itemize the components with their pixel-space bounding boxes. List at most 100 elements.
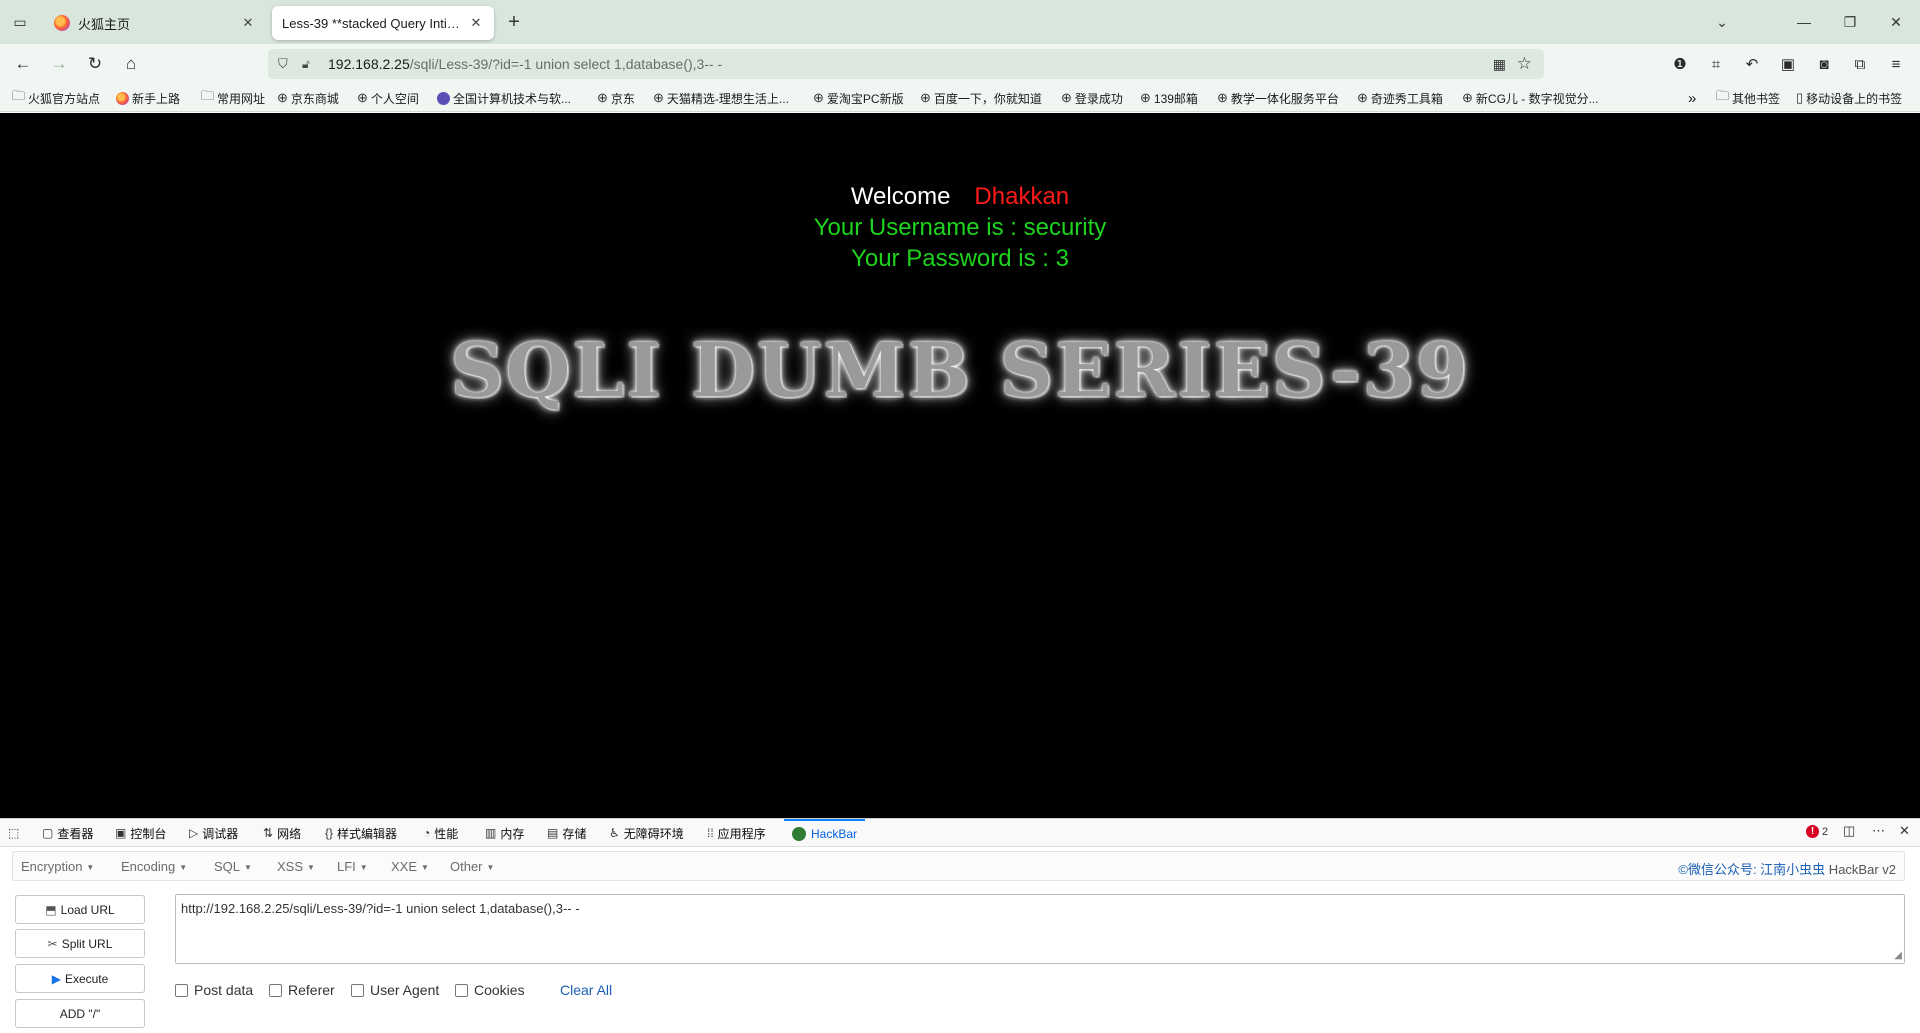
tab-label: 存储 — [562, 826, 587, 841]
extension-2-icon[interactable]: ◙ — [1812, 52, 1836, 76]
bookmark-item[interactable]: 🗀︎ 火狐官方站点 — [12, 88, 100, 107]
credit-link[interactable]: 江南小虫虫 — [1760, 862, 1825, 877]
menu-lfi[interactable]: LFI ▼ — [337, 859, 368, 874]
mobile-bookmarks[interactable]: ▯ 移动设备上的书签 — [1796, 89, 1902, 107]
menu-xxe[interactable]: XXE ▼ — [391, 859, 429, 874]
bookmark-item[interactable]: 🗀︎ 常用网址 — [201, 88, 265, 107]
site-icon — [437, 91, 450, 105]
menu-icon[interactable]: ≡ — [1884, 52, 1908, 76]
more-options-icon[interactable]: ⋯ — [1872, 823, 1885, 839]
tab-label: 性能 — [434, 826, 459, 841]
clear-all-link[interactable]: Clear All — [560, 982, 612, 998]
checkbox-box[interactable] — [455, 983, 468, 997]
star-icon[interactable]: ☆ — [1517, 54, 1532, 74]
restore-button[interactable]: ❐ — [1836, 8, 1864, 36]
tab-application[interactable]: ⁞⁞ 应用程序 — [707, 819, 766, 847]
bookmark-item[interactable]: ⊕ 天猫精选-理想生活上... — [653, 89, 789, 107]
menu-encoding[interactable]: Encoding ▼ — [121, 859, 187, 874]
reload-button[interactable]: ↻ — [82, 51, 108, 77]
tab-accessibility[interactable]: ♿︎ 无障碍环境 — [609, 819, 684, 847]
execute-button[interactable]: ▶︎ Execute — [15, 964, 145, 993]
bookmark-item[interactable]: ⊕ 京东商城 — [277, 89, 339, 107]
menu-xss[interactable]: XSS ▼ — [277, 859, 315, 874]
extensions-puzzle-icon[interactable]: ⧉ — [1848, 52, 1872, 76]
tab-network[interactable]: ⇅ 网络 — [263, 819, 301, 847]
bookmark-item[interactable]: ⊕ 奇迹秀工具箱 — [1357, 89, 1443, 107]
extension-1-icon[interactable]: ❶ — [1668, 52, 1692, 76]
checkbox-box[interactable] — [351, 983, 364, 997]
resize-handle-icon[interactable]: ◢ — [1894, 950, 1902, 961]
url-bar[interactable]: ⛉ 🔓︎ 192.168.2.25/sqli/Less-39/?id=-1 un… — [268, 49, 1544, 79]
error-icon: ! — [1806, 825, 1819, 838]
add-slash-button[interactable]: ADD "/" — [15, 999, 145, 1028]
menu-label: SQL — [214, 859, 241, 874]
extension-avatar-icon[interactable]: ▣ — [1776, 52, 1800, 76]
bookmark-item[interactable]: ⊕ 新CG儿 - 数字视觉分... — [1462, 89, 1599, 107]
post-data-checkbox[interactable]: Post data — [175, 982, 253, 998]
tab-memory[interactable]: ▥ 内存 — [485, 819, 524, 847]
bookmark-item[interactable]: ⊕ 个人空间 — [357, 89, 419, 107]
new-tab-button[interactable]: + — [502, 10, 526, 34]
shield-icon[interactable]: ⛉ — [278, 56, 294, 72]
tab-performance[interactable]: ◔ 性能 — [423, 819, 458, 847]
cookies-checkbox[interactable]: Cookies — [455, 982, 525, 998]
menu-sql[interactable]: SQL ▼ — [214, 859, 252, 874]
insecure-lock-icon[interactable]: 🔓︎ — [302, 57, 318, 72]
tab-storage[interactable]: ▤ 存储 — [547, 819, 586, 847]
load-url-button[interactable]: ⬒ Load URL — [15, 895, 145, 924]
globe-icon: ⊕ — [1357, 90, 1368, 105]
tab-less-39[interactable]: Less-39 **stacked Query Intiger type** ✕ — [272, 6, 494, 40]
menu-label: Encoding — [121, 859, 176, 874]
tab-label: 调试器 — [202, 826, 239, 841]
performance-icon: ◔ — [423, 826, 431, 840]
bookmark-label: 爱淘宝PC新版 — [826, 91, 904, 106]
tab-inspector[interactable]: ▢ 查看器 — [42, 819, 93, 847]
checkbox-box[interactable] — [175, 983, 188, 997]
minimize-button[interactable]: — — [1790, 8, 1818, 36]
password-line: Your Password is : 3 — [851, 245, 1069, 272]
tab-firefox-home[interactable]: 火狐主页 ✕ — [44, 6, 266, 40]
error-count-badge[interactable]: ! 2 — [1806, 825, 1828, 838]
close-window-button[interactable]: ✕ — [1882, 8, 1910, 36]
element-picker-icon[interactable]: ⬚ — [8, 819, 23, 847]
bookmark-item[interactable]: ⊕ 教学一体化服务平台 — [1217, 89, 1339, 107]
bookmarks-overflow-button[interactable]: » — [1688, 89, 1696, 107]
close-tab-icon[interactable]: ✕ — [468, 15, 484, 31]
close-devtools-icon[interactable]: ✕ — [1899, 823, 1910, 839]
split-url-button[interactable]: ✂︎ Split URL — [15, 929, 145, 958]
forward-button[interactable]: → — [46, 51, 72, 77]
application-icon: ⁞⁞ — [707, 826, 714, 840]
other-bookmarks[interactable]: 🗀︎ 其他书签 — [1716, 88, 1780, 107]
tab-hackbar[interactable]: HackBar — [784, 819, 866, 847]
button-label: Execute — [64, 971, 109, 986]
checkbox-box[interactable] — [269, 983, 282, 997]
user-agent-checkbox[interactable]: User Agent — [351, 982, 439, 998]
button-label: Split URL — [61, 936, 113, 951]
chevron-down-icon[interactable]: ⌄ — [1708, 8, 1736, 36]
home-button[interactable]: ⌂ — [118, 51, 144, 77]
tab-debugger[interactable]: ▷ 调试器 — [189, 819, 238, 847]
back-button[interactable]: ← — [10, 51, 36, 77]
referer-checkbox[interactable]: Referer — [269, 982, 335, 998]
close-tab-icon[interactable]: ✕ — [240, 15, 256, 31]
bookmark-item[interactable]: ⊕ 139邮箱 — [1140, 89, 1198, 107]
menu-other[interactable]: Other ▼ — [450, 859, 494, 874]
bookmark-item[interactable]: ⊕ 爱淘宝PC新版 — [813, 89, 904, 107]
bookmark-item[interactable]: 新手上路 — [116, 89, 180, 107]
undo-icon[interactable]: ↶ — [1740, 52, 1764, 76]
qr-code-icon[interactable]: ▦ — [1493, 56, 1506, 73]
tab-style-editor[interactable]: {} 样式编辑器 — [325, 819, 397, 847]
tab-label: 网络 — [277, 826, 302, 841]
menu-encryption[interactable]: Encryption ▼ — [21, 859, 94, 874]
screenshot-icon[interactable]: ⌗ — [1704, 52, 1728, 76]
tab-list-icon[interactable]: ▭ — [8, 10, 32, 34]
bookmark-item[interactable]: ⊕ 百度一下，你就知道 — [920, 89, 1042, 107]
bookmark-item[interactable]: 全国计算机技术与软... — [437, 89, 571, 107]
url-text[interactable]: 192.168.2.25/sqli/Less-39/?id=-1 union s… — [328, 56, 722, 72]
dock-side-icon[interactable]: ◫ — [1843, 823, 1855, 839]
bookmark-item[interactable]: ⊕ 登录成功 — [1061, 89, 1123, 107]
tab-console[interactable]: ▣ 控制台 — [115, 819, 166, 847]
hackbar-url-input[interactable]: http://192.168.2.25/sqli/Less-39/?id=-1 … — [175, 894, 1905, 964]
bookmark-label: 教学一体化服务平台 — [1230, 91, 1339, 106]
bookmark-item[interactable]: ⊕ 京东 — [597, 89, 635, 107]
